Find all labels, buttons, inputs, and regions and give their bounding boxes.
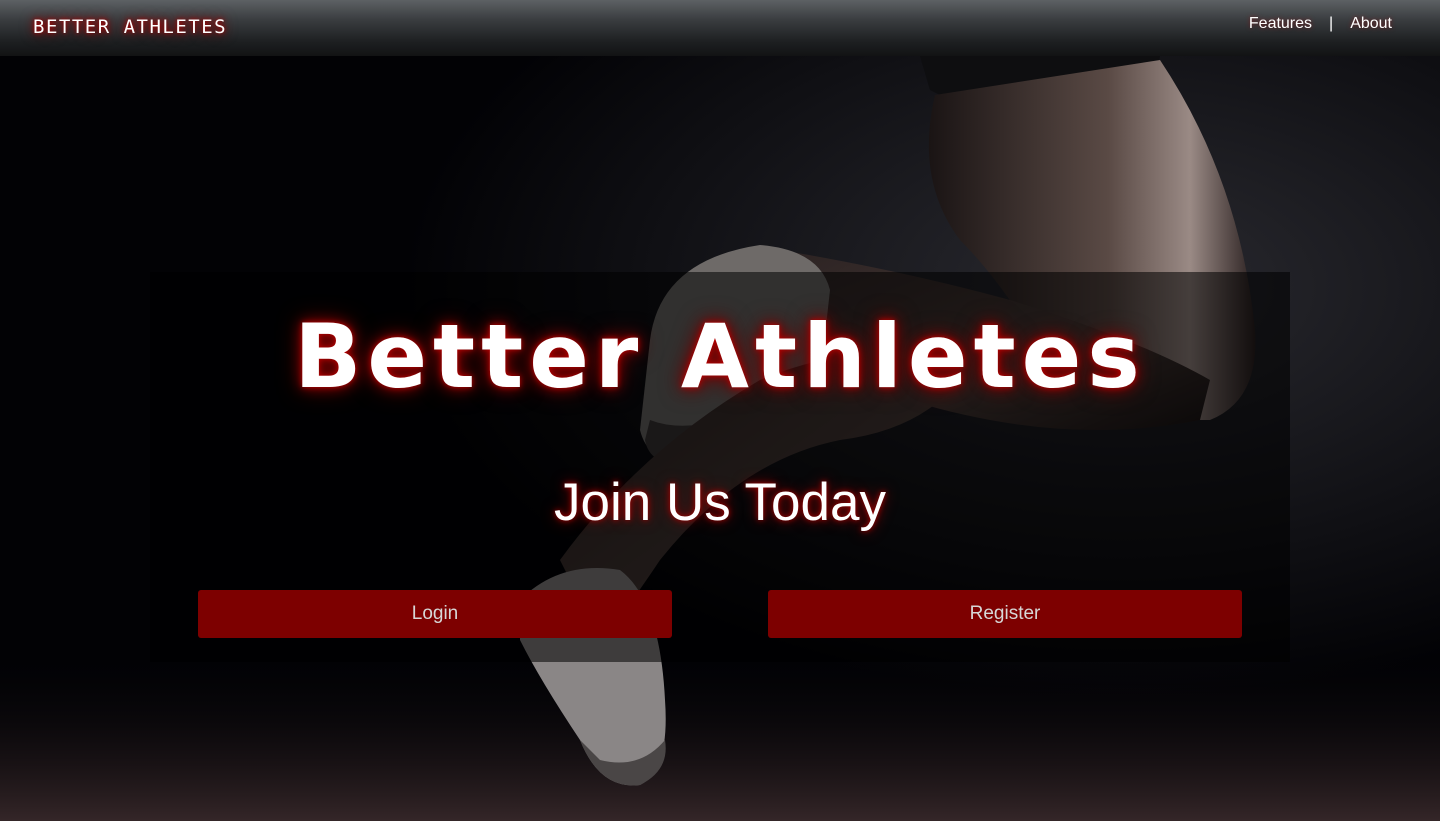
hero-subtitle: Join Us Today xyxy=(554,473,886,532)
login-button[interactable]: Login xyxy=(198,590,672,638)
brand-logo[interactable]: BETTER ATHLETES xyxy=(33,16,227,38)
nav-separator: | xyxy=(1329,15,1334,32)
register-button[interactable]: Register xyxy=(768,590,1242,638)
nav-links: Features | About xyxy=(1249,15,1392,33)
landing-page: BETTER ATHLETES Features | About Better … xyxy=(0,0,1440,821)
top-navbar: BETTER ATHLETES Features | About xyxy=(0,0,1440,56)
nav-link-about[interactable]: About xyxy=(1350,15,1392,33)
nav-link-features[interactable]: Features xyxy=(1249,15,1312,33)
hero-title: Better Athletes xyxy=(294,305,1146,408)
